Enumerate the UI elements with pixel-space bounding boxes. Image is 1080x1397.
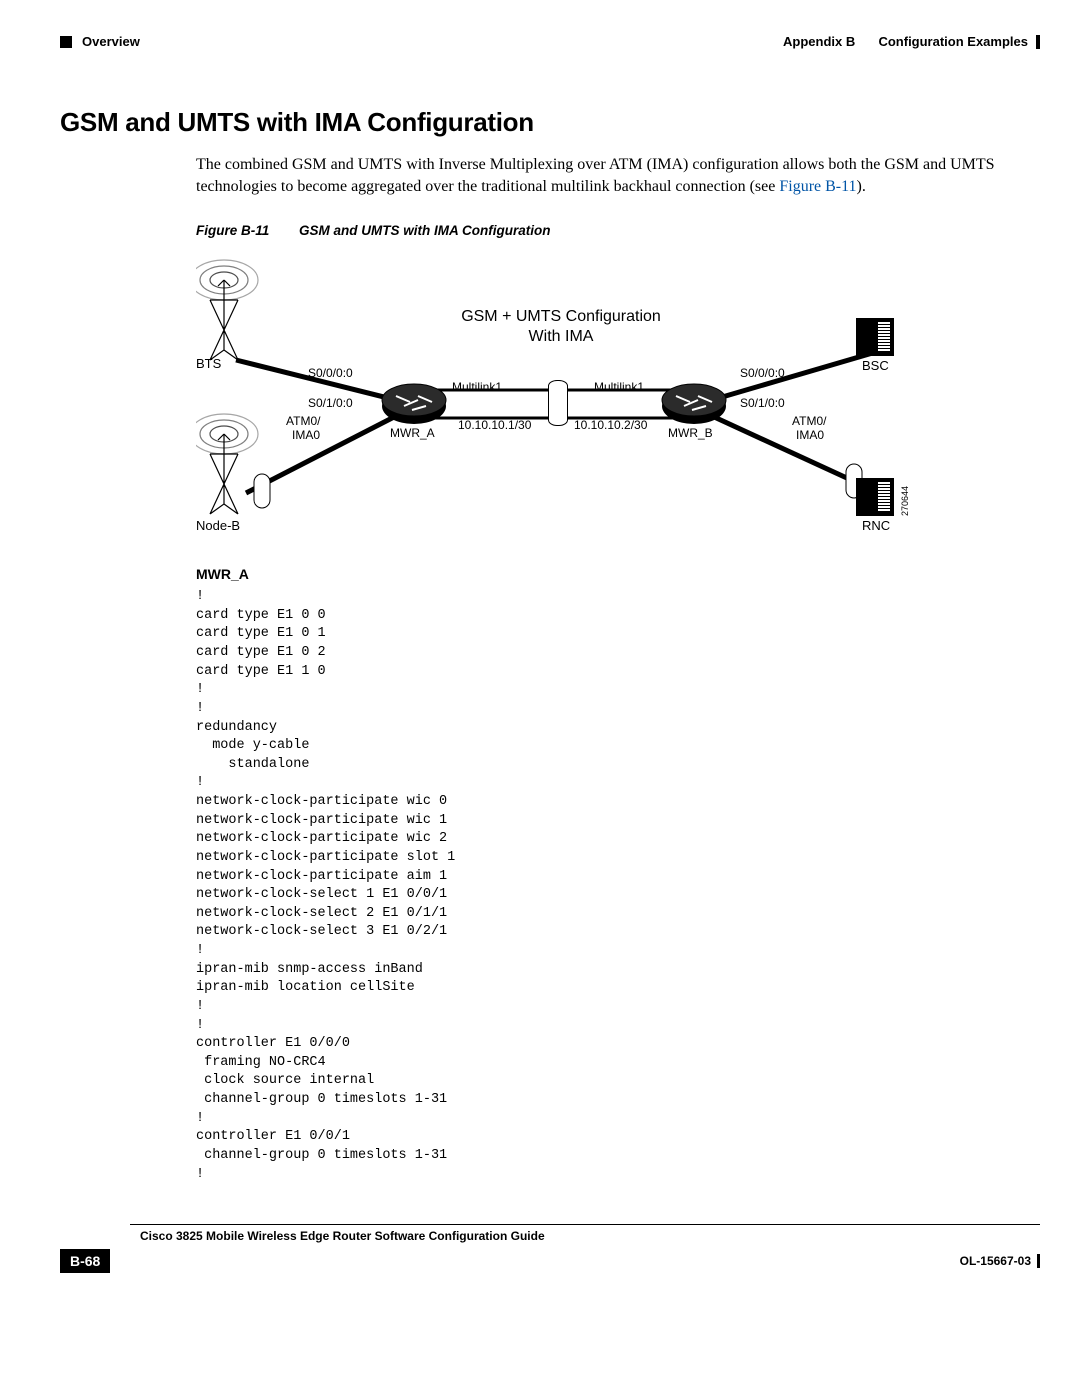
label-ml1-left: Multilink1 [452, 380, 502, 394]
label-atm0-right: ATM0/ [792, 414, 826, 428]
footer-guide-title: Cisco 3825 Mobile Wireless Edge Router S… [140, 1229, 1040, 1243]
rnc-rack-icon [856, 478, 894, 516]
header-bar-icon [1036, 35, 1040, 49]
para-t2: ). [857, 178, 866, 195]
footer-bar-icon [1037, 1254, 1040, 1268]
label-s0100-left: S0/1/0:0 [308, 396, 353, 410]
page-header: Overview Appendix B Configuration Exampl… [60, 34, 1040, 49]
page-number-badge: B-68 [60, 1249, 110, 1273]
network-diagram: GSM + UMTS Configuration With IMA BTS No… [196, 258, 916, 548]
multilink-cylinder-icon [548, 380, 568, 426]
label-ip-left: 10.10.10.1/30 [458, 418, 531, 432]
figure-caption-text: GSM and UMTS with IMA Configuration [299, 223, 550, 238]
label-ima0-left: IMA0 [292, 428, 320, 442]
header-appendix-title: Configuration Examples [878, 34, 1028, 49]
intro-paragraph: The combined GSM and UMTS with Inverse M… [196, 154, 1040, 197]
config-code-block: ! card type E1 0 0 card type E1 0 1 card… [196, 588, 1040, 1184]
bsc-rack-icon [856, 318, 894, 356]
figure-number: Figure B-11 [196, 223, 269, 238]
label-mwrb: MWR_B [668, 426, 713, 440]
diagram-sidecode: 270644 [900, 486, 910, 516]
code-heading: MWR_A [196, 566, 1040, 582]
label-s0000-left: S0/0/0:0 [308, 366, 353, 380]
label-bsc: BSC [862, 358, 889, 373]
label-nodeb: Node-B [196, 518, 240, 533]
figure-caption: Figure B-11 GSM and UMTS with IMA Config… [196, 223, 1040, 238]
header-appendix: Appendix B [783, 34, 855, 49]
footer-docnum: OL-15667-03 [960, 1254, 1031, 1268]
label-atm0-left: ATM0/ [286, 414, 320, 428]
page-title: GSM and UMTS with IMA Configuration [60, 107, 1040, 138]
para-t1: The combined GSM and UMTS with Inverse M… [196, 156, 995, 195]
label-bts: BTS [196, 356, 221, 371]
router-b-icon [662, 384, 726, 424]
header-section: Overview [82, 34, 140, 49]
label-mwra: MWR_A [390, 426, 435, 440]
label-ml1-right: Multilink1 [594, 380, 644, 394]
page-footer: Cisco 3825 Mobile Wireless Edge Router S… [60, 1224, 1040, 1273]
label-ip-right: 10.10.10.2/30 [574, 418, 647, 432]
label-rnc: RNC [862, 518, 890, 533]
figure-ref-link[interactable]: Figure B-11 [779, 178, 856, 195]
footer-rule [130, 1224, 1040, 1225]
router-a-icon [382, 384, 446, 424]
label-s0000-right: S0/0/0:0 [740, 366, 785, 380]
label-ima0-right: IMA0 [796, 428, 824, 442]
diagram-title-2: With IMA [456, 328, 666, 346]
label-s0100-right: S0/1/0:0 [740, 396, 785, 410]
diagram-title-1: GSM + UMTS Configuration [456, 308, 666, 326]
header-square-icon [60, 36, 72, 48]
